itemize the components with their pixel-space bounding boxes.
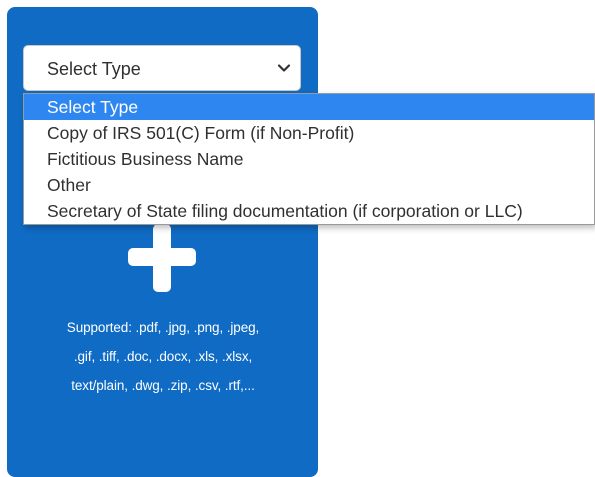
plus-icon[interactable] xyxy=(128,224,196,292)
supported-formats-line: Supported: .pdf, .jpg, .png, .jpeg, xyxy=(66,320,260,335)
option-fictitious-business-name[interactable]: Fictitious Business Name xyxy=(24,146,594,172)
chevron-down-icon xyxy=(277,64,291,72)
option-irs-501c-form[interactable]: Copy of IRS 501(C) Form (if Non-Profit) xyxy=(24,120,594,146)
supported-formats-text: Supported: .pdf, .jpg, .png, .jpeg, .gif… xyxy=(23,313,303,400)
select-current-value: Select Type xyxy=(47,59,141,79)
supported-formats-line: text/plain, .dwg, .zip, .csv, .rtf,... xyxy=(71,378,255,393)
document-type-select[interactable]: Select Type xyxy=(23,45,301,91)
option-select-type[interactable]: Select Type xyxy=(24,94,594,120)
supported-formats-line: .gif, .tiff, .doc, .docx, .xls, .xlsx, xyxy=(73,349,253,364)
document-type-options-list: Select Type Copy of IRS 501(C) Form (if … xyxy=(23,93,595,225)
option-secretary-of-state-filing[interactable]: Secretary of State filing documentation … xyxy=(24,198,594,224)
option-other[interactable]: Other xyxy=(24,172,594,198)
file-upload-panel[interactable]: Select Type Supported: .pdf, .jpg, .png,… xyxy=(7,7,318,477)
